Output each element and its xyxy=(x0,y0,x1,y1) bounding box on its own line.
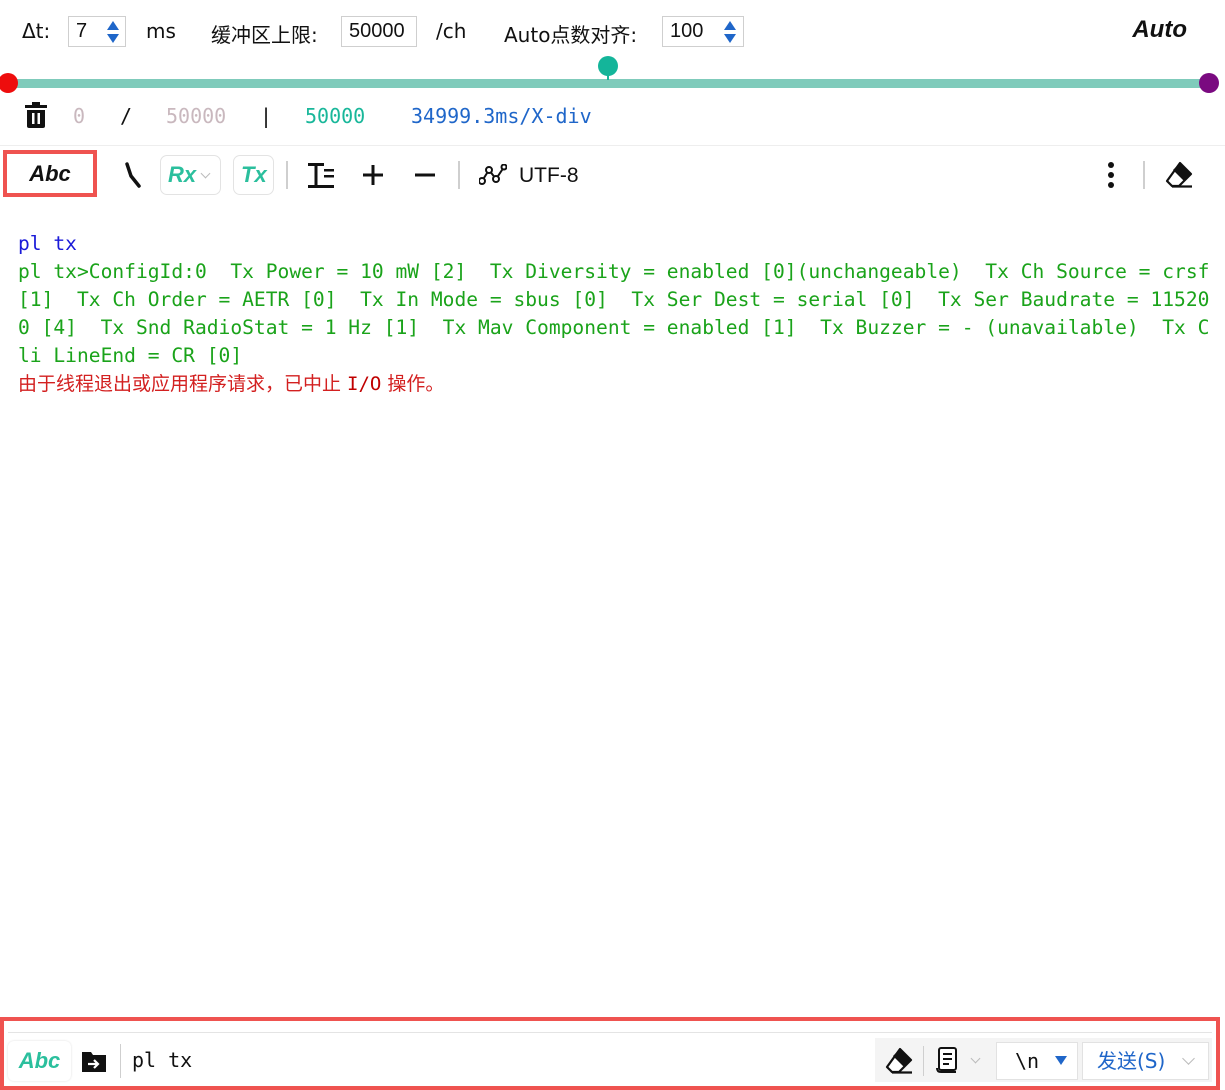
received-output: pl tx>ConfigId:0 Tx Power = 10 mW [2] Tx… xyxy=(18,260,1222,367)
send-file-icon[interactable] xyxy=(81,1048,107,1074)
buffer-value: 50000 xyxy=(349,20,405,42)
more-options-icon[interactable] xyxy=(1105,161,1117,189)
timestamp-icon[interactable] xyxy=(122,162,142,188)
error-suffix: 操作。 xyxy=(381,373,445,395)
input-separator xyxy=(120,1044,121,1078)
slider-mid-handle[interactable] xyxy=(598,56,618,76)
buffer-info-row: 0 / 50000 | 50000 34999.3ms/X-div xyxy=(0,98,1225,134)
range-total: 50000 xyxy=(166,104,227,128)
clear-input-icon[interactable] xyxy=(884,1047,914,1075)
dropdown-arrow-icon[interactable] xyxy=(1055,1056,1067,1065)
buffer-unit: /ch xyxy=(436,19,467,43)
auto-button[interactable]: Auto xyxy=(1132,16,1187,44)
spin-down-icon[interactable] xyxy=(724,34,736,43)
text-format-icon[interactable] xyxy=(307,161,335,189)
zoom-in-icon[interactable] xyxy=(362,164,384,186)
text-mode-label: Abc xyxy=(29,161,71,186)
divider xyxy=(0,145,1225,146)
range-slash: / xyxy=(120,104,133,128)
eraser-icon[interactable] xyxy=(1164,161,1194,189)
buffer-input[interactable]: 50000 xyxy=(341,16,417,47)
error-io: I/O xyxy=(347,373,382,395)
error-prefix: 由于线程退出或应用程序请求，已中止 xyxy=(18,373,348,395)
send-label: 发送(S) xyxy=(1097,1049,1166,1073)
dt-value: 7 xyxy=(76,20,88,42)
rx-filter-button[interactable]: Rx xyxy=(160,155,221,195)
error-message: 由于线程退出或应用程序请求，已中止 I/O 操作。 xyxy=(18,370,1213,398)
range-start: 0 xyxy=(73,104,86,128)
x-div-scale: 34999.3ms/X-div xyxy=(411,104,592,128)
dt-spinner[interactable] xyxy=(103,18,123,46)
line-ending-value: \n xyxy=(1015,1049,1040,1073)
zoom-out-icon[interactable] xyxy=(414,164,436,186)
divider xyxy=(8,1032,1212,1033)
auto-align-value: 100 xyxy=(670,20,704,42)
toolbar-separator xyxy=(1143,161,1145,189)
toolbar-separator xyxy=(458,161,460,189)
spin-down-icon[interactable] xyxy=(107,34,119,43)
range-divider: | xyxy=(260,104,273,128)
auto-align-label: Auto点数对齐: xyxy=(504,23,638,47)
input-mode-button[interactable]: Abc xyxy=(8,1041,71,1081)
input-mode-label: Abc xyxy=(18,1048,61,1073)
encoding-graph-icon[interactable] xyxy=(479,164,507,186)
slider-right-handle[interactable] xyxy=(1199,73,1219,93)
input-separator xyxy=(923,1046,924,1076)
spin-up-icon[interactable] xyxy=(724,21,736,30)
point-count: 50000 xyxy=(305,104,366,128)
sent-command-line: pl tx xyxy=(18,232,77,255)
tx-label: Tx xyxy=(241,162,267,187)
parameter-bar: Δt: 7 ms 缓冲区上限: 50000 /ch Auto点数对齐: 100 … xyxy=(0,0,1225,62)
dt-label: Δt: xyxy=(22,19,51,43)
encoding-selector[interactable]: UTF-8 xyxy=(519,164,579,188)
spin-up-icon[interactable] xyxy=(107,21,119,30)
toolbar-separator xyxy=(286,161,288,189)
buffer-label: 缓冲区上限: xyxy=(211,23,318,47)
range-slider-track[interactable] xyxy=(8,79,1210,88)
rx-label: Rx xyxy=(168,162,197,187)
terminal-output: pl tx pl tx>ConfigId:0 Tx Power = 10 mW … xyxy=(18,230,1213,398)
slider-left-handle[interactable] xyxy=(0,73,18,93)
text-mode-button[interactable]: Abc xyxy=(3,150,97,197)
tx-filter-button[interactable]: Tx xyxy=(233,155,274,195)
auto-align-spinner[interactable] xyxy=(720,18,740,46)
dt-unit: ms xyxy=(146,19,176,43)
command-input[interactable] xyxy=(122,1040,868,1080)
history-scroll-icon[interactable] xyxy=(936,1046,960,1074)
